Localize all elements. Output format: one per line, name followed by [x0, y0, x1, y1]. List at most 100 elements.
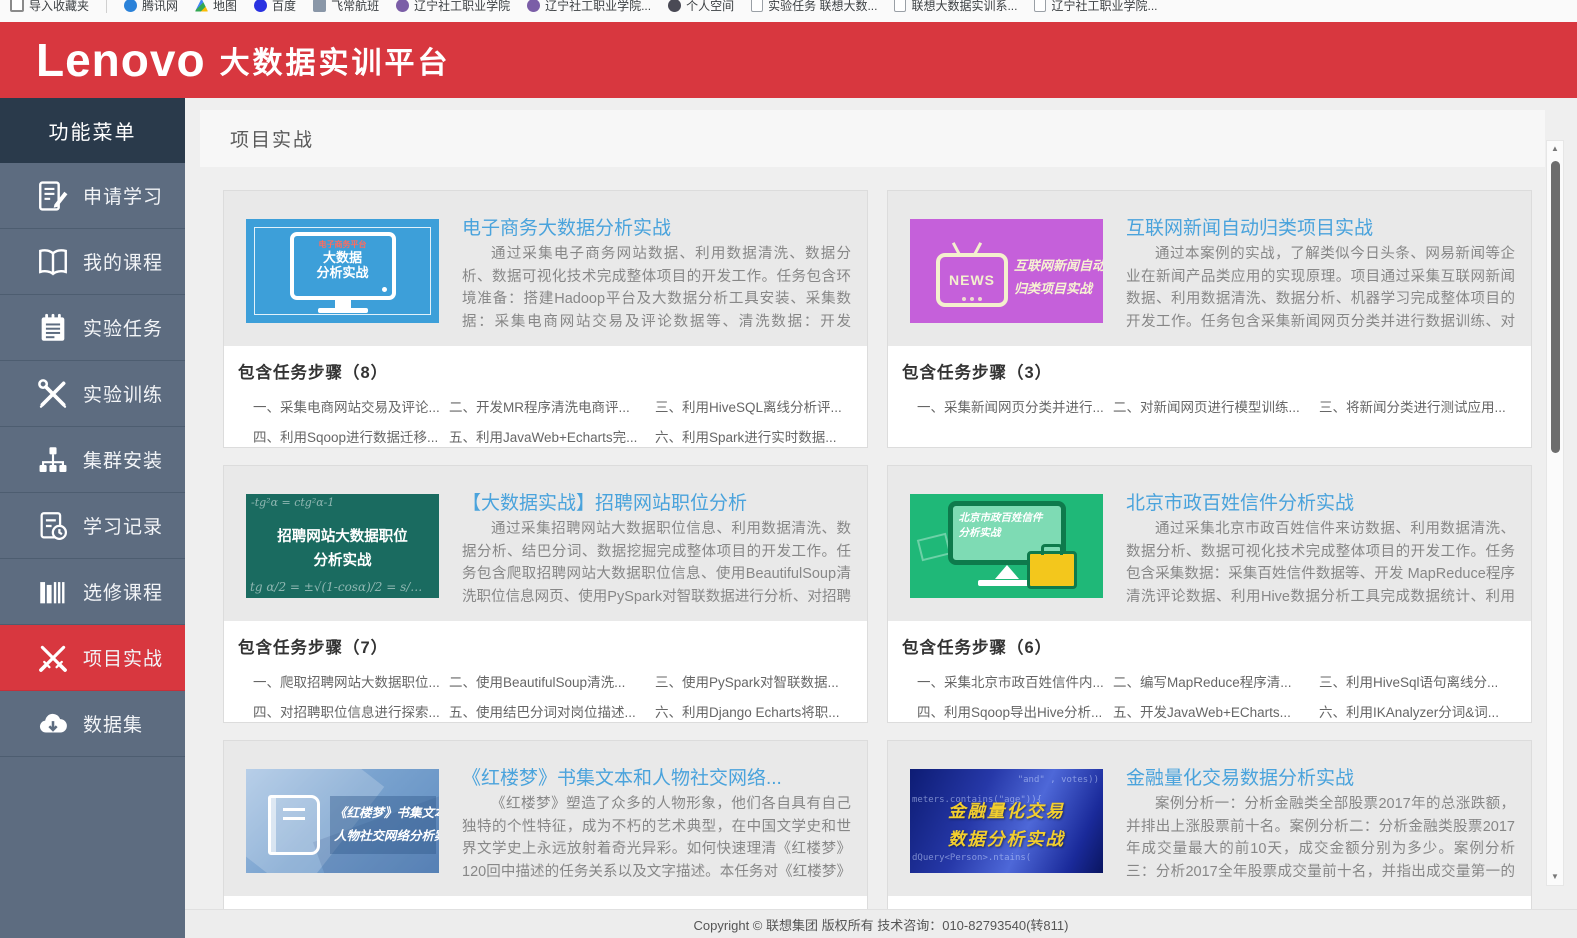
camera-dot — [382, 287, 387, 292]
page-title-bar: 项目实战 — [200, 110, 1545, 167]
card-top: 北京市政百姓信件 分析实战 北京市政百姓信件分析实战 通过采集北京市政百姓信件来… — [888, 466, 1531, 621]
maps-icon — [195, 0, 208, 12]
bookmark-item[interactable]: 个人空间 — [668, 0, 734, 14]
bookmark-item[interactable]: 辽宁社工职业学院 — [396, 0, 510, 14]
sidebar-item-label: 我的课程 — [83, 248, 163, 275]
card-title-link[interactable]: 《红楼梦》书集文本和人物社交网络... — [462, 763, 782, 790]
card-thumbnail-chalkboard[interactable]: -tg²α = ctg²α-1 tg α/2 = ±√(1-cosα)/2 = … — [246, 494, 439, 598]
scrollbar-down-arrow[interactable]: ▼ — [1547, 870, 1563, 884]
steps-header: 包含任务步骤（8） — [238, 359, 867, 383]
step-item: 二、开发MR程序清洗电商评... — [449, 396, 655, 416]
page-icon — [1034, 0, 1046, 12]
bookmark-item[interactable]: 飞常航班 — [313, 0, 379, 14]
card-title-link[interactable]: 北京市政百姓信件分析实战 — [1126, 488, 1354, 515]
sidebar-item-my-courses[interactable]: 我的课程 — [0, 229, 185, 295]
record-clock-icon — [36, 509, 70, 543]
card-top: 电子商务平台 大数据 分析实战 电子商务大数据分析实战 通过采集电子商务网站数据… — [224, 191, 867, 346]
project-card: -tg²α = ctg²α-1 tg α/2 = ±√(1-cosα)/2 = … — [223, 465, 868, 723]
card-top: NEWS 互联网新闻自动 归类项目实战 互联网新闻自动归类项目实战 通过本案例的… — [888, 191, 1531, 346]
step-item: 二、使用BeautifulSoup清洗... — [449, 671, 655, 691]
card-steps: 包含任务步骤（6） 一、采集北京市政百姓信件内... 二、编写MapReduce… — [888, 621, 1531, 721]
step-item: 六、利用Spark进行实时数据... — [655, 426, 867, 446]
card-thumbnail-news[interactable]: NEWS 互联网新闻自动 归类项目实战 — [910, 219, 1103, 323]
card-title-link[interactable]: 电子商务大数据分析实战 — [462, 213, 671, 240]
step-item: 五、开发JavaWeb+ECharts... — [1113, 701, 1319, 721]
card-thumbnail-finance[interactable]: meters.contains("age")){ dQuery<Person>.… — [910, 769, 1103, 873]
cluster-sitemap-icon — [36, 443, 70, 477]
sidebar-item-elective-courses[interactable]: 选修课程 — [0, 559, 185, 625]
project-card: 北京市政百姓信件 分析实战 北京市政百姓信件分析实战 通过采集北京市政百姓信件来… — [887, 465, 1532, 723]
sidebar-item-apply-study[interactable]: 申请学习 — [0, 163, 185, 229]
card-top: meters.contains("age")){ dQuery<Person>.… — [888, 741, 1531, 896]
crossed-swords-icon — [36, 641, 70, 675]
bookmarks-separator — [106, 0, 107, 13]
sidebar-item-label: 学习记录 — [83, 512, 163, 539]
step-item: 三、利用HiveSQL离线分析评... — [655, 396, 867, 416]
card-thumbnail-book[interactable]: 《红楼梦》书集文本和 人物社交网络分析案例 — [246, 769, 439, 873]
card-top: -tg²α = ctg²α-1 tg α/2 = ±√(1-cosα)/2 = … — [224, 466, 867, 621]
sidebar-item-label: 选修课程 — [83, 578, 163, 605]
card-description: 通过采集电子商务网站数据、利用数据清洗、数据分析、数据可视化技术完成整体项目的开… — [462, 243, 851, 335]
steps-header: 包含任务步骤（3） — [902, 359, 1531, 383]
scrollbar-thumb[interactable] — [1551, 161, 1560, 453]
sidebar-item-label: 项目实战 — [83, 644, 163, 671]
bookmark-item[interactable]: 联想大数据实训系... — [894, 0, 1017, 14]
step-item: 二、对新闻网页进行模型训练... — [1113, 396, 1319, 416]
project-cards-grid: 电子商务平台 大数据 分析实战 电子商务大数据分析实战 通过采集电子商务网站数据… — [223, 190, 1532, 938]
scrollbar-up-arrow[interactable]: ▲ — [1547, 142, 1563, 156]
bookmark-item[interactable]: 辽宁社工职业学院... — [527, 0, 651, 14]
tv-icon: NEWS — [936, 253, 1008, 307]
bookmark-import[interactable]: 导入收藏夹 — [10, 0, 89, 14]
bookmark-item[interactable]: 百度 — [254, 0, 296, 14]
sidebar-item-experiment-tasks[interactable]: 实验任务 — [0, 295, 185, 361]
card-top: 《红楼梦》书集文本和 人物社交网络分析案例 《红楼梦》书集文本和人物社交网络..… — [224, 741, 867, 896]
browser-bookmarks-bar: 导入收藏夹 腾讯网 地图 百度 飞常航班 辽宁社工职业学院 辽宁社工职业学院..… — [0, 0, 1577, 22]
cloud-download-icon — [36, 707, 70, 741]
step-item: 一、采集电商网站交易及评论... — [253, 396, 449, 416]
bookmark-item[interactable]: 地图 — [195, 0, 237, 14]
card-steps — [224, 896, 867, 909]
card-title-link[interactable]: 金融量化交易数据分析实战 — [1126, 763, 1354, 790]
lenovo-logo: Lenovo — [36, 33, 206, 87]
steps-header: 包含任务步骤（6） — [902, 634, 1531, 658]
sidebar-item-label: 集群安装 — [83, 446, 163, 473]
page-icon — [751, 0, 763, 12]
card-steps: 包含任务步骤（8） 一、采集电商网站交易及评论... 二、开发MR程序清洗电商评… — [224, 346, 867, 446]
card-description: 通过采集北京市政百姓信件来访数据、利用数据清洗、数据分析、数据可视化技术完成整体… — [1126, 518, 1515, 610]
books-icon — [36, 575, 70, 609]
card-steps: 包含任务步骤（3） 一、采集新闻网页分类并进行... 二、对新闻网页进行模型训练… — [888, 346, 1531, 416]
card-thumbnail-letters[interactable]: 北京市政百姓信件 分析实战 — [910, 494, 1103, 598]
project-card: NEWS 互联网新闻自动 归类项目实战 互联网新闻自动归类项目实战 通过本案例的… — [887, 190, 1532, 448]
page-icon — [894, 0, 906, 12]
sidebar-header: 功能菜单 — [0, 98, 185, 163]
bookmarks-row: 导入收藏夹 腾讯网 地图 百度 飞常航班 辽宁社工职业学院 辽宁社工职业学院..… — [0, 0, 1577, 16]
briefcase-icon — [1027, 551, 1077, 589]
school-badge-icon — [527, 0, 540, 12]
sidebar-item-dataset[interactable]: 数据集 — [0, 691, 185, 757]
envelope-icon — [917, 533, 951, 562]
content-scrollbar[interactable]: ▲ ▼ — [1546, 140, 1564, 886]
sidebar-item-project-practice[interactable]: 项目实战 — [0, 625, 185, 691]
card-title-link[interactable]: 【大数据实战】招聘网站职位分析 — [462, 488, 747, 515]
card-title-link[interactable]: 互联网新闻自动归类项目实战 — [1126, 213, 1373, 240]
book-icon — [268, 795, 320, 855]
sidebar-item-learning-record[interactable]: 学习记录 — [0, 493, 185, 559]
step-item: 一、采集新闻网页分类并进行... — [917, 396, 1113, 416]
qq-icon — [124, 0, 137, 12]
step-item: 五、利用JavaWeb+Echarts完... — [449, 426, 655, 446]
project-card: 电子商务平台 大数据 分析实战 电子商务大数据分析实战 通过采集电子商务网站数据… — [223, 190, 868, 448]
step-item: 四、利用Sqoop进行数据迁移... — [253, 426, 449, 446]
card-thumbnail-ecommerce[interactable]: 电子商务平台 大数据 分析实战 — [246, 219, 439, 323]
sidebar: 功能菜单 申请学习 我的课程 实验任务 实验训练 — [0, 98, 185, 938]
flight-icon — [313, 0, 326, 12]
step-item: 三、使用PySpark对智联数据... — [655, 671, 867, 691]
bookmark-item[interactable]: 腾讯网 — [124, 0, 178, 14]
bookmark-item[interactable]: 实验任务 联想大数... — [751, 0, 877, 14]
baidu-icon — [254, 0, 267, 12]
app-title: 大数据实训平台 — [220, 38, 451, 82]
step-item: 一、采集北京市政百姓信件内... — [917, 671, 1113, 691]
step-item: 一、爬取招聘网站大数据职位... — [253, 671, 449, 691]
sidebar-item-cluster-install[interactable]: 集群安装 — [0, 427, 185, 493]
sidebar-item-experiment-training[interactable]: 实验训练 — [0, 361, 185, 427]
bookmark-item[interactable]: 辽宁社工职业学院... — [1034, 0, 1157, 14]
